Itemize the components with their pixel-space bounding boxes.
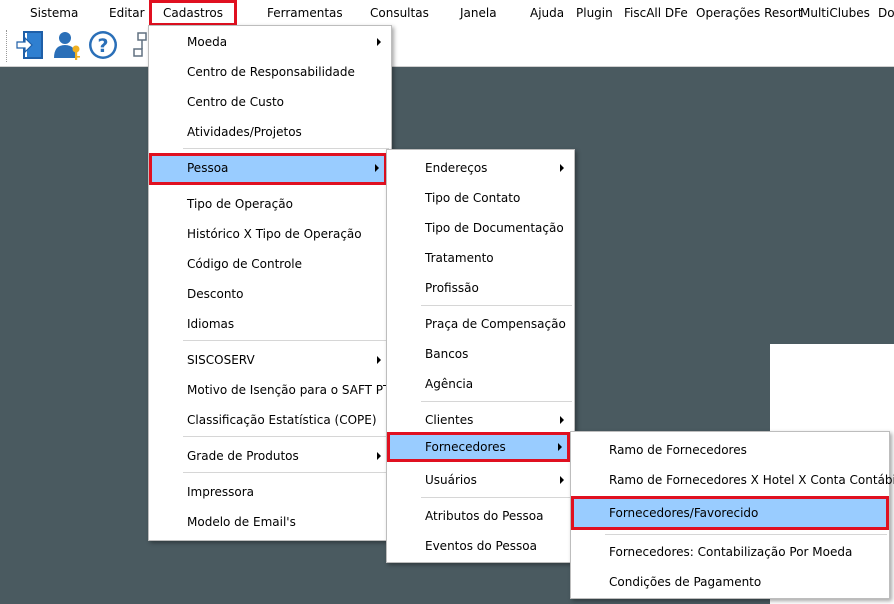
- menu-separator: [421, 401, 572, 402]
- menu-multiclubes[interactable]: MultiClubes: [800, 0, 870, 26]
- menu-item-classificacao-estatistica[interactable]: Classificação Estatística (COPE): [151, 405, 389, 435]
- menu-item-praca-compensacao[interactable]: Praça de Compensação: [389, 309, 572, 339]
- menu-bar: Sistema Editar Cadastros Ferramentas Con…: [0, 0, 894, 27]
- menu-item-fornecedores-contabilizacao[interactable]: Fornecedores: Contabilização Por Moeda: [573, 537, 887, 567]
- submenu-arrow-icon: [558, 443, 562, 451]
- menu-ferramentas[interactable]: Ferramentas: [267, 0, 343, 26]
- menu-item-modelo-email[interactable]: Modelo de Email's: [151, 507, 389, 537]
- menu-cadastros[interactable]: Cadastros: [149, 0, 237, 26]
- menu-item-pessoa[interactable]: Pessoa: [149, 153, 387, 185]
- svg-text:?: ?: [97, 35, 108, 57]
- toolbar-grip[interactable]: [6, 30, 10, 62]
- menu-item-condicoes-pagamento[interactable]: Condições de Pagamento: [573, 567, 887, 597]
- menu-item-clientes[interactable]: Clientes: [389, 405, 572, 435]
- menu-editar[interactable]: Editar: [109, 0, 145, 26]
- submenu-arrow-icon: [560, 164, 564, 172]
- menu-item-tipo-contato[interactable]: Tipo de Contato: [389, 183, 572, 213]
- menu-do[interactable]: Do: [878, 0, 894, 26]
- submenu-arrow-icon: [377, 38, 381, 46]
- menu-item-fornecedores[interactable]: Fornecedores: [387, 432, 570, 462]
- menu-item-tipo-operacao[interactable]: Tipo de Operação: [151, 189, 389, 219]
- menu-item-agencia[interactable]: Agência: [389, 369, 572, 399]
- menu-item-impressora[interactable]: Impressora: [151, 477, 389, 507]
- cadastros-menu: Moeda Centro de Responsabilidade Centro …: [148, 25, 392, 541]
- user-key-icon[interactable]: [51, 29, 83, 61]
- menu-item-centro-custo[interactable]: Centro de Custo: [151, 87, 389, 117]
- menu-separator: [183, 472, 389, 473]
- menu-item-tipo-documentacao[interactable]: Tipo de Documentação: [389, 213, 572, 243]
- submenu-arrow-icon: [377, 356, 381, 364]
- menu-item-ramo-fornecedores-hotel-conta[interactable]: Ramo de Fornecedores X Hotel X Conta Con…: [573, 465, 894, 495]
- menu-item-idiomas[interactable]: Idiomas: [151, 309, 389, 339]
- menu-consultas[interactable]: Consultas: [370, 0, 429, 26]
- menu-fiscall-dfe[interactable]: FiscAll DFe: [624, 0, 688, 26]
- menu-item-profissao[interactable]: Profissão: [389, 273, 572, 303]
- menu-item-tratamento[interactable]: Tratamento: [389, 243, 572, 273]
- menu-separator: [183, 148, 389, 149]
- menu-janela[interactable]: Janela: [460, 0, 497, 26]
- menu-item-eventos-pessoa[interactable]: Eventos do Pessoa: [389, 531, 572, 561]
- menu-item-bancos[interactable]: Bancos: [389, 339, 572, 369]
- submenu-arrow-icon: [377, 452, 381, 460]
- submenu-arrow-icon: [560, 416, 564, 424]
- menu-sistema[interactable]: Sistema: [30, 0, 78, 26]
- menu-item-motivo-isencao[interactable]: Motivo de Isenção para o SAFT PT: [151, 375, 390, 405]
- pessoa-submenu: Endereços Tipo de Contato Tipo de Docume…: [386, 149, 575, 563]
- menu-separator: [605, 534, 887, 535]
- menu-item-grade-produtos[interactable]: Grade de Produtos: [151, 441, 389, 471]
- submenu-arrow-icon: [560, 476, 564, 484]
- menu-separator: [183, 340, 389, 341]
- menu-separator: [183, 436, 389, 437]
- submenu-arrow-icon: [375, 164, 379, 172]
- menu-item-moeda[interactable]: Moeda: [151, 27, 389, 57]
- menu-item-desconto[interactable]: Desconto: [151, 279, 389, 309]
- menu-item-atributos-pessoa[interactable]: Atributos do Pessoa: [389, 501, 572, 531]
- menu-item-centro-responsabilidade[interactable]: Centro de Responsabilidade: [151, 57, 389, 87]
- menu-item-usuarios[interactable]: Usuários: [389, 465, 572, 495]
- help-question-icon[interactable]: ?: [87, 29, 119, 61]
- menu-item-siscoserv[interactable]: SISCOSERV: [151, 345, 389, 375]
- menu-item-codigo-controle[interactable]: Código de Controle: [151, 249, 389, 279]
- menu-ajuda[interactable]: Ajuda: [530, 0, 564, 26]
- exit-door-icon[interactable]: [15, 29, 47, 61]
- menu-item-ramo-fornecedores[interactable]: Ramo de Fornecedores: [573, 435, 887, 465]
- toolbar: ?: [0, 26, 894, 67]
- menu-item-historico-tipo-operacao[interactable]: Histórico X Tipo de Operação: [151, 219, 389, 249]
- menu-item-fornecedores-favorecido[interactable]: Fornecedores/Favorecido: [571, 496, 889, 530]
- fornecedores-submenu: Ramo de Fornecedores Ramo de Fornecedore…: [570, 431, 894, 599]
- menu-separator: [421, 305, 572, 306]
- menu-plugin[interactable]: Plugin: [576, 0, 613, 26]
- menu-item-enderecos[interactable]: Endereços: [389, 153, 572, 183]
- menu-item-atividades-projetos[interactable]: Atividades/Projetos: [151, 117, 389, 147]
- menu-separator: [421, 497, 572, 498]
- menu-operacoes-resort[interactable]: Operações Resort: [696, 0, 803, 26]
